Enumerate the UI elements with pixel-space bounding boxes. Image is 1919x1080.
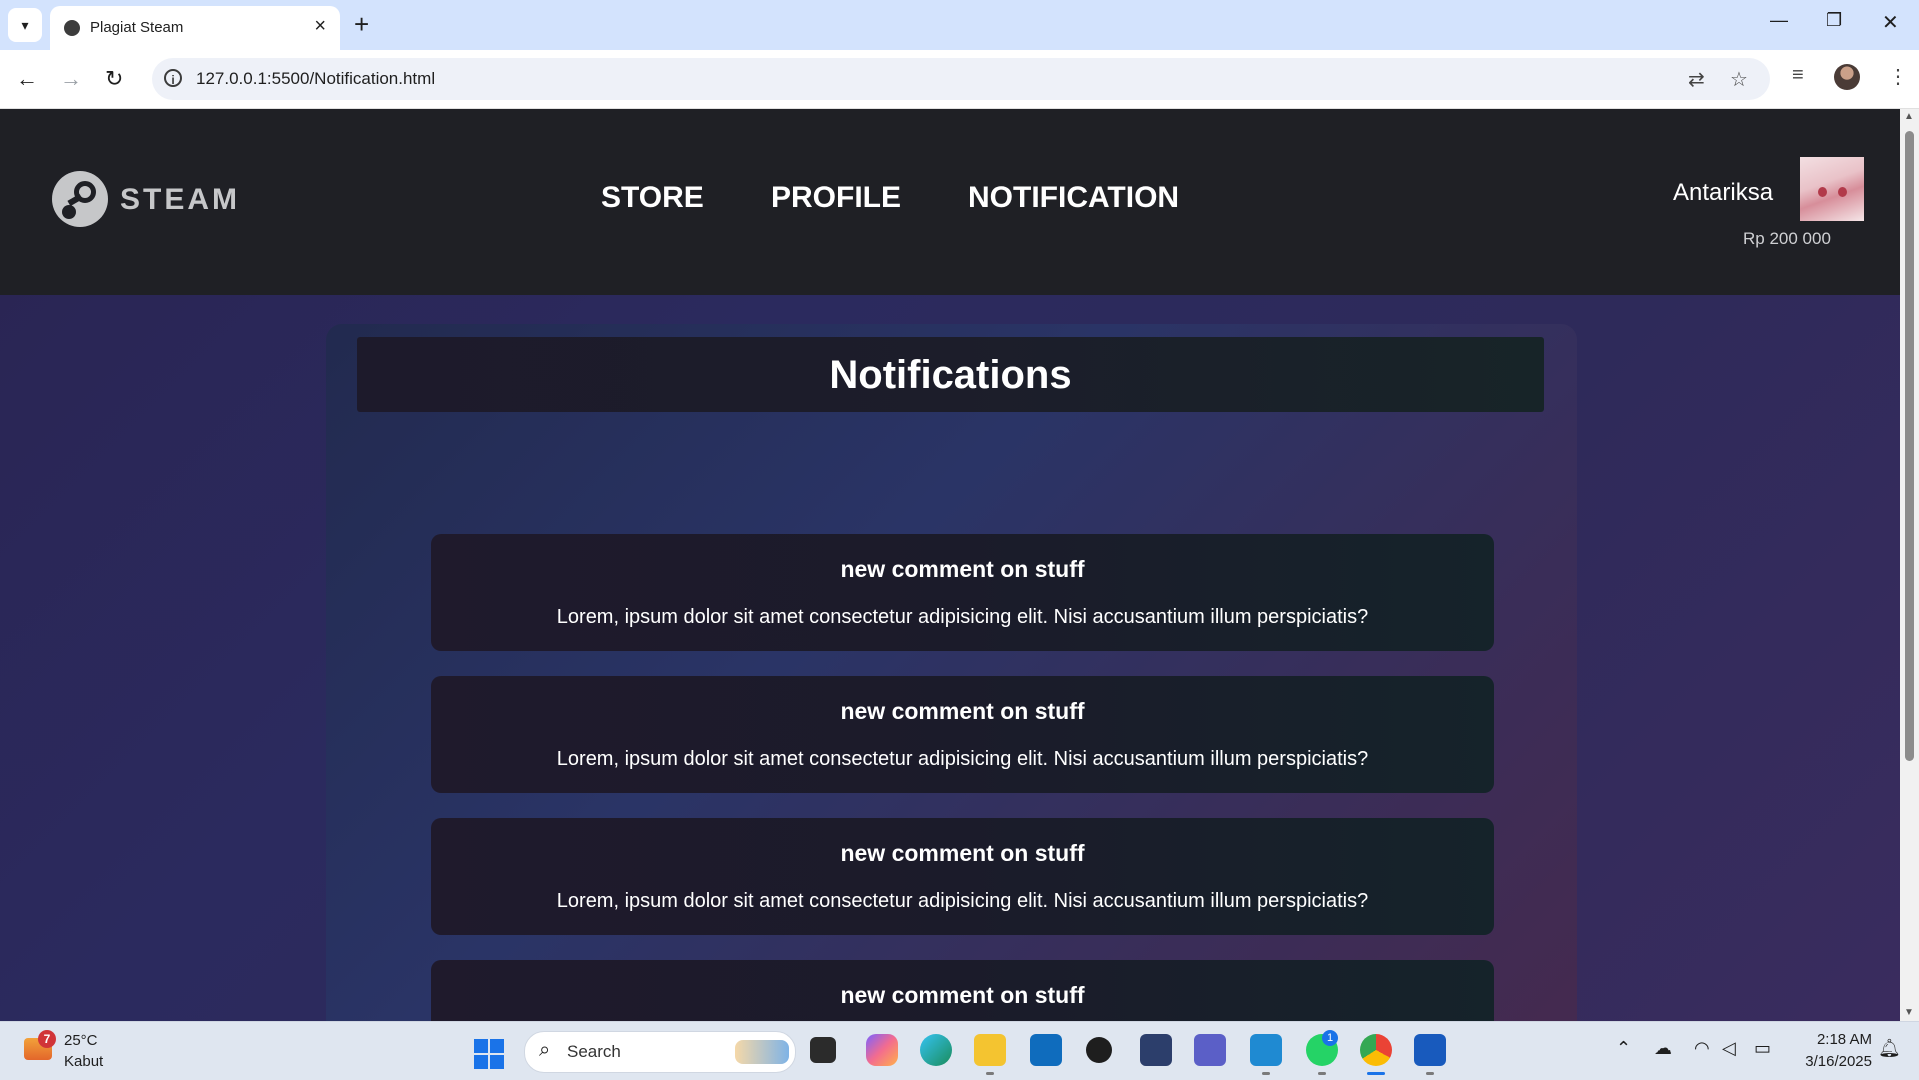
- search-icon: ⌕: [539, 1039, 551, 1061]
- reload-button[interactable]: ↻: [105, 64, 123, 94]
- notification-card[interactable]: new comment on stuff Lorem, ipsum dolor …: [431, 818, 1494, 935]
- windows-taskbar: 7 25°C Kabut ⌕ Search 1 ⌃ ☁ ◠ ◁ ▭ 2:18 A…: [0, 1021, 1919, 1080]
- steam-wordmark[interactable]: STEAM: [120, 183, 240, 217]
- notification-card[interactable]: new comment on stuff: [431, 960, 1494, 1021]
- notification-title: new comment on stuff: [840, 982, 1085, 1008]
- chevron-down-icon: ▾: [21, 16, 29, 33]
- outlook-icon[interactable]: [1030, 1034, 1062, 1066]
- page-scrollbar[interactable]: ▲ ▼: [1900, 109, 1919, 1021]
- page-viewport: STEAM STORE PROFILE NOTIFICATION Antarik…: [0, 109, 1900, 1021]
- restore-button[interactable]: ❐: [1826, 10, 1842, 31]
- whatsapp-indicator: [1318, 1072, 1326, 1075]
- scroll-up-icon[interactable]: ▲: [1904, 111, 1914, 122]
- tray-overflow-icon[interactable]: ⌃: [1616, 1038, 1631, 1059]
- browser-toolbar: ← → ↻ i 127.0.0.1:5500/Notification.html…: [0, 50, 1919, 109]
- taskbar-search[interactable]: ⌕ Search: [524, 1031, 796, 1073]
- wifi-icon[interactable]: ◠: [1694, 1038, 1710, 1059]
- notification-title: new comment on stuff: [840, 556, 1085, 582]
- notification-title: new comment on stuff: [840, 840, 1085, 866]
- weather-badge: 7: [38, 1030, 56, 1048]
- site-info-icon[interactable]: i: [164, 69, 182, 87]
- user-avatar[interactable]: [1800, 157, 1864, 221]
- onedrive-icon[interactable]: ☁: [1654, 1038, 1672, 1059]
- bookmark-star-icon[interactable]: ☆: [1730, 67, 1748, 92]
- close-window-button[interactable]: ✕: [1882, 10, 1899, 35]
- word-icon[interactable]: [1414, 1034, 1446, 1066]
- notification-body: Lorem, ipsum dolor sit amet consectetur …: [556, 748, 1369, 770]
- chrome-icon[interactable]: [1360, 1034, 1392, 1066]
- nav-store[interactable]: STORE: [601, 181, 704, 215]
- notification-body: Lorem, ipsum dolor sit amet consectetur …: [556, 890, 1369, 912]
- mongodb-icon[interactable]: [1086, 1037, 1112, 1063]
- browser-tab[interactable]: Plagiat Steam ×: [50, 6, 340, 50]
- scroll-down-icon[interactable]: ▼: [1904, 1007, 1914, 1018]
- weather-temp[interactable]: 25°C: [64, 1032, 98, 1049]
- forward-button[interactable]: →: [60, 64, 82, 94]
- copilot-icon[interactable]: [866, 1034, 898, 1066]
- notification-body: Lorem, ipsum dolor sit amet consectetur …: [556, 606, 1369, 628]
- notification-title: new comment on stuff: [840, 698, 1085, 724]
- chrome-indicator: [1367, 1072, 1385, 1075]
- notification-card[interactable]: new comment on stuff Lorem, ipsum dolor …: [431, 534, 1494, 651]
- edge-icon[interactable]: [920, 1034, 952, 1066]
- new-tab-button[interactable]: +: [354, 9, 369, 39]
- word-indicator: [1426, 1072, 1434, 1075]
- clock-date[interactable]: 3/16/2025: [1776, 1053, 1872, 1070]
- task-view-icon[interactable]: [810, 1037, 836, 1063]
- tab-close-icon[interactable]: ×: [314, 15, 326, 38]
- wallet-balance: Rp 200 000: [1743, 229, 1831, 248]
- media-control-icon[interactable]: ≡: [1792, 64, 1804, 87]
- menu-kebab-icon[interactable]: ⋮: [1888, 64, 1908, 89]
- address-bar[interactable]: i 127.0.0.1:5500/Notification.html ⇄ ☆: [152, 58, 1770, 100]
- url-text[interactable]: 127.0.0.1:5500/Notification.html: [196, 69, 435, 89]
- panel-header: Notifications: [357, 337, 1544, 412]
- back-button[interactable]: ←: [16, 64, 38, 94]
- battery-icon[interactable]: ▭: [1754, 1038, 1771, 1059]
- scroll-thumb[interactable]: [1905, 131, 1914, 761]
- nav-notification[interactable]: NOTIFICATION: [968, 181, 1179, 215]
- nav-profile[interactable]: PROFILE: [771, 181, 901, 215]
- browser-profile-avatar[interactable]: [1834, 64, 1860, 90]
- search-highlight-icon: [735, 1040, 789, 1064]
- username[interactable]: Antariksa: [1673, 179, 1773, 207]
- teams-icon[interactable]: [1194, 1034, 1226, 1066]
- site-header: STEAM STORE PROFILE NOTIFICATION Antarik…: [0, 109, 1900, 295]
- page-title: Notifications: [829, 353, 1072, 397]
- windows-start-icon[interactable]: [474, 1039, 504, 1069]
- file-explorer-indicator: [986, 1072, 994, 1075]
- notifications-panel: Notifications new comment on stuff Lorem…: [326, 324, 1577, 1021]
- steam-favicon-icon: [64, 20, 80, 36]
- vscode-icon[interactable]: [1250, 1034, 1282, 1066]
- tab-search-button[interactable]: ▾: [8, 8, 42, 42]
- whatsapp-badge: 1: [1322, 1030, 1338, 1046]
- notification-bell-icon[interactable]: 🔔︎: [1878, 1038, 1901, 1059]
- sql-tool-icon[interactable]: [1140, 1034, 1172, 1066]
- volume-icon[interactable]: ◁: [1722, 1038, 1736, 1059]
- weather-condition[interactable]: Kabut: [64, 1053, 103, 1070]
- clock-time[interactable]: 2:18 AM: [1776, 1031, 1872, 1048]
- notification-card[interactable]: new comment on stuff Lorem, ipsum dolor …: [431, 676, 1494, 793]
- steam-logo-icon[interactable]: [52, 171, 108, 227]
- taskbar-search-label: Search: [567, 1042, 621, 1061]
- browser-tab-strip: ▾ Plagiat Steam × + — ❐ ✕: [0, 0, 1919, 50]
- vscode-indicator: [1262, 1072, 1270, 1075]
- tab-title: Plagiat Steam: [90, 19, 184, 36]
- translate-icon[interactable]: ⇄: [1688, 67, 1705, 92]
- file-explorer-icon[interactable]: [974, 1034, 1006, 1066]
- minimize-button[interactable]: —: [1770, 10, 1788, 31]
